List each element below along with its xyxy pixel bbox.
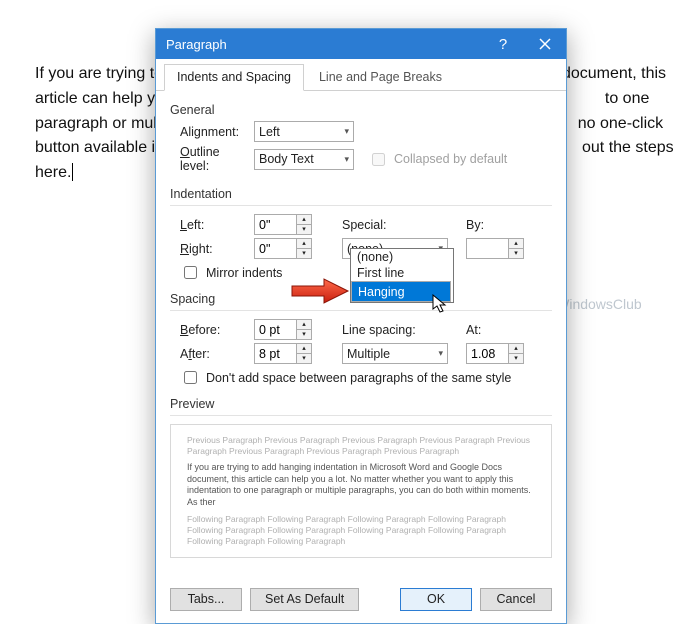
indent-right-spinner[interactable]: ▴▾ [254, 238, 312, 259]
no-space-checkbox[interactable]: Don't add space between paragraphs of th… [170, 368, 552, 387]
cursor-pointer-icon [432, 294, 450, 316]
cancel-button[interactable]: Cancel [480, 588, 552, 611]
group-indentation: Indentation [170, 187, 552, 201]
dialog-footer: Tabs... Set As Default OK Cancel [156, 580, 566, 623]
ok-button[interactable]: OK [400, 588, 472, 611]
special-label: Special: [342, 218, 396, 232]
line-spacing-select[interactable]: Multiple▾ [342, 343, 448, 364]
after-spinner[interactable]: ▴▾ [254, 343, 312, 364]
before-spinner[interactable]: ▴▾ [254, 319, 312, 340]
outline-label: Outline level: [170, 145, 248, 173]
spin-down-icon[interactable]: ▾ [296, 224, 312, 235]
tab-indents-spacing[interactable]: Indents and Spacing [164, 64, 304, 91]
tab-line-breaks[interactable]: Line and Page Breaks [306, 64, 455, 91]
indent-left-spinner[interactable]: ▴▾ [254, 214, 312, 235]
tab-strip: Indents and Spacing Line and Page Breaks [156, 59, 566, 91]
at-spinner[interactable]: ▴▾ [466, 343, 524, 364]
option-none[interactable]: (none) [351, 249, 453, 265]
before-label: Before: [170, 323, 248, 337]
indent-left-label: Left: [170, 218, 248, 232]
close-button[interactable] [524, 29, 566, 59]
collapsed-checkbox: Collapsed by default [360, 150, 507, 169]
group-preview: Preview [170, 397, 552, 411]
tabs-button[interactable]: Tabs... [170, 588, 242, 611]
option-first-line[interactable]: First line [351, 265, 453, 281]
paragraph-dialog: Paragraph ? Indents and Spacing Line and… [155, 28, 567, 624]
by-label: By: [466, 218, 484, 232]
indent-right-label: Right: [170, 242, 248, 256]
by-spinner[interactable]: ▴▾ [466, 238, 524, 259]
group-general: General [170, 103, 552, 117]
alignment-select[interactable]: Left▾ [254, 121, 354, 142]
outline-select[interactable]: Body Text▾ [254, 149, 354, 170]
titlebar[interactable]: Paragraph ? [156, 29, 566, 59]
alignment-label: Alignment: [170, 125, 248, 139]
annotation-arrow-icon [290, 276, 350, 306]
preview-box: Previous Paragraph Previous Paragraph Pr… [170, 424, 552, 558]
set-default-button[interactable]: Set As Default [250, 588, 359, 611]
dialog-title: Paragraph [166, 37, 227, 52]
spin-up-icon[interactable]: ▴ [296, 214, 312, 224]
after-label: After: [170, 347, 248, 361]
help-button[interactable]: ? [482, 29, 524, 59]
at-label: At: [466, 323, 481, 337]
line-spacing-label: Line spacing: [342, 323, 422, 337]
